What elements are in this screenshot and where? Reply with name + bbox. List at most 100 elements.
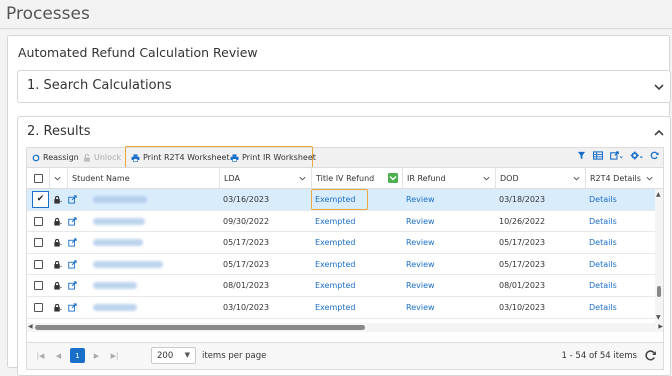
column-header-student-name[interactable]: Student Name xyxy=(67,168,219,189)
prev-page-button[interactable]: ◀ xyxy=(51,348,66,363)
column-header-r2t4-details[interactable]: R2T4 Details xyxy=(585,168,663,189)
scroll-up-arrow[interactable]: ▲ xyxy=(656,191,661,198)
print-ir-button[interactable]: Print IR Worksheet xyxy=(230,148,316,167)
page-size-select[interactable]: 200 ▼ xyxy=(151,347,196,364)
next-page-button[interactable]: ▶ xyxy=(89,348,104,363)
horizontal-scroll-thumb[interactable] xyxy=(35,325,365,330)
current-page-button[interactable]: 1 xyxy=(70,348,85,363)
title-iv-refund-link[interactable]: Exempted xyxy=(315,281,355,290)
r2t4-details-link[interactable]: Details xyxy=(589,195,617,204)
external-link-icon[interactable] xyxy=(68,281,77,290)
select-all-checkbox[interactable] xyxy=(33,174,43,183)
redacted-student-name[interactable] xyxy=(93,282,137,290)
table-row[interactable]: 05/17/2023 Exempted Review 05/17/2023 Detail… xyxy=(27,254,657,276)
search-panel-title[interactable]: 1. Search Calculations xyxy=(27,78,172,93)
chevron-up-icon[interactable] xyxy=(652,126,666,140)
row-checkbox[interactable] xyxy=(33,281,43,291)
title-iv-refund-link[interactable]: Exempted xyxy=(315,303,355,312)
table-row[interactable]: ✔ 03/16/2023 Exempted Review 03/18/2023 Detai… xyxy=(27,189,657,211)
scroll-left-arrow[interactable]: ◀ xyxy=(28,323,33,330)
chevron-down-icon[interactable] xyxy=(652,80,666,94)
lock-icon[interactable] xyxy=(53,238,62,247)
column-header-title-iv-refund[interactable]: Title IV Refund xyxy=(311,168,402,189)
row-checkbox[interactable]: ✔ xyxy=(32,191,49,208)
student-name-cell[interactable] xyxy=(89,275,219,296)
columns-icon[interactable] xyxy=(593,151,603,160)
r2t4-details-link[interactable]: Details xyxy=(589,303,617,312)
vertical-scrollbar[interactable]: ▲ ▼ xyxy=(655,189,663,323)
row-checkbox[interactable] xyxy=(33,238,43,248)
first-page-button[interactable]: |◀ xyxy=(33,348,48,363)
lock-icon[interactable] xyxy=(53,281,62,290)
ir-refund-link[interactable]: Review xyxy=(406,217,435,226)
chevron-down-icon[interactable] xyxy=(483,175,490,182)
column-header-lda[interactable]: LDA xyxy=(219,168,311,189)
redacted-student-name[interactable] xyxy=(93,304,137,311)
unlock-label: Unlock xyxy=(94,153,122,162)
r2t4-details-link[interactable]: Details xyxy=(589,217,617,226)
ir-refund-link[interactable]: Review xyxy=(406,303,435,312)
r2t4-details-link[interactable]: Details xyxy=(589,281,617,290)
title-iv-refund-link[interactable]: Exempted xyxy=(315,260,355,269)
search-calculations-panel[interactable]: 1. Search Calculations xyxy=(17,70,671,103)
redacted-student-name[interactable] xyxy=(93,217,145,225)
filter-icon[interactable] xyxy=(577,151,586,160)
lock-icon[interactable] xyxy=(53,217,62,226)
table-row[interactable]: 03/10/2023 Exempted Review 03/10/2023 Detail… xyxy=(27,297,657,319)
ir-refund-link[interactable]: Review xyxy=(406,260,435,269)
print-r2t4-button[interactable]: Print R2T4 Worksheet xyxy=(131,148,230,167)
chevron-down-icon[interactable] xyxy=(299,175,306,182)
student-name-cell[interactable] xyxy=(89,232,219,253)
student-name-header-label: Student Name xyxy=(72,174,130,183)
title-iv-refund-link[interactable]: Exempted xyxy=(315,238,355,247)
external-link-icon[interactable] xyxy=(68,238,77,247)
refresh-icon[interactable] xyxy=(650,151,659,160)
ir-refund-link[interactable]: Review xyxy=(406,195,435,204)
title-iv-refund-link[interactable]: Exempted xyxy=(315,217,355,226)
horizontal-scrollbar[interactable]: ◀ ▶ xyxy=(27,323,663,332)
refresh-icon[interactable] xyxy=(644,349,657,362)
redacted-student-name[interactable] xyxy=(93,196,147,203)
export-icon[interactable] xyxy=(610,151,623,160)
reassign-button[interactable]: Reassign xyxy=(32,148,79,167)
external-link-icon[interactable] xyxy=(68,260,77,269)
row-checkbox[interactable] xyxy=(33,303,43,312)
filter-active-icon[interactable] xyxy=(388,173,398,183)
title-iv-refund-header-label: Title IV Refund xyxy=(316,174,375,183)
scroll-down-arrow[interactable]: ▼ xyxy=(656,314,661,321)
student-name-cell[interactable] xyxy=(89,189,219,210)
ir-refund-link[interactable]: Review xyxy=(406,281,435,290)
column-header-dod[interactable]: DOD xyxy=(495,168,585,189)
student-name-cell[interactable] xyxy=(89,254,219,275)
vertical-scroll-thumb[interactable] xyxy=(657,286,661,297)
student-name-cell[interactable] xyxy=(89,297,219,318)
lock-icon[interactable] xyxy=(53,303,62,312)
unlock-button[interactable]: Unlock xyxy=(83,148,121,167)
column-header-ir-refund[interactable]: IR Refund xyxy=(402,168,495,189)
ir-refund-link-cell: Review xyxy=(402,189,495,210)
last-page-button[interactable]: ▶| xyxy=(107,348,122,363)
lock-icon[interactable] xyxy=(53,195,62,204)
chevron-down-icon[interactable] xyxy=(646,175,653,182)
table-row[interactable]: 09/30/2022 Exempted Review 10/26/2022 Detail… xyxy=(27,211,657,233)
redacted-student-name[interactable] xyxy=(93,260,163,268)
results-panel-title[interactable]: 2. Results xyxy=(27,124,90,139)
chevron-down-icon[interactable] xyxy=(573,175,580,182)
table-row[interactable]: 05/17/2023 Exempted Review 05/17/2023 Detail… xyxy=(27,232,657,254)
r2t4-details-link[interactable]: Details xyxy=(589,260,617,269)
redacted-student-name[interactable] xyxy=(93,239,143,247)
external-link-icon[interactable] xyxy=(68,303,77,312)
student-name-cell[interactable] xyxy=(89,211,219,232)
ir-refund-link[interactable]: Review xyxy=(406,238,435,247)
external-link-icon[interactable] xyxy=(68,216,77,226)
row-menu-header[interactable] xyxy=(49,168,67,189)
row-checkbox[interactable] xyxy=(33,216,43,226)
table-row[interactable]: 08/01/2023 Exempted Review 08/01/2023 Detail… xyxy=(27,275,657,297)
settings-icon[interactable] xyxy=(630,151,643,160)
lock-icon[interactable] xyxy=(53,260,62,269)
r2t4-details-link[interactable]: Details xyxy=(589,238,617,247)
external-link-icon[interactable] xyxy=(68,195,77,204)
scroll-right-arrow[interactable]: ▶ xyxy=(658,323,663,330)
row-checkbox[interactable] xyxy=(33,259,43,269)
lda-value-cell: 03/16/2023 xyxy=(219,189,311,210)
